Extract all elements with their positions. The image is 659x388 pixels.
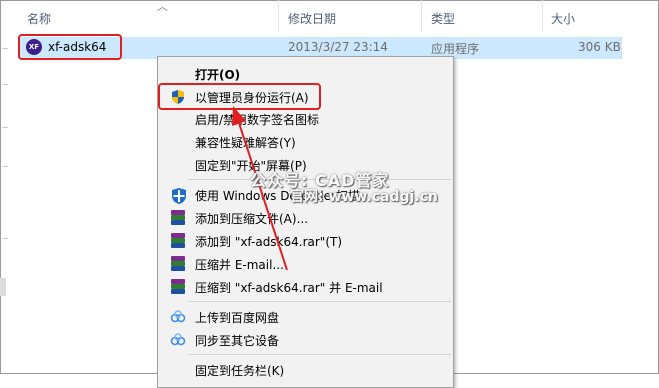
file-modified-date: 2013/3/27 23:14 [288,40,388,54]
menu-item-label: 兼容性疑难解答(Y) [195,136,296,150]
menu-item-pin-taskbar[interactable]: 固定到任务栏(K) [158,359,453,381]
file-type: 应用程序 [431,42,480,56]
menu-item-troubleshoot[interactable]: 兼容性疑难解答(Y) [158,131,453,153]
menu-item-label: 同步至其它设备 [195,334,280,348]
winrar-icon [170,210,186,226]
menu-item-label: 添加到 "xf-adsk64.rar"(T) [195,235,343,249]
menu-item-sync-devices[interactable]: 同步至其它设备 [158,329,453,351]
column-header-size[interactable]: 大小 [551,10,575,27]
column-divider[interactable] [278,0,279,32]
column-divider[interactable] [421,0,422,32]
sort-ascending-icon: ︿ [157,0,168,13]
file-size: 306 KB [578,40,621,54]
menu-item-label: 添加到压缩文件(A)... [195,212,309,226]
menu-item-label: 压缩并 E-mail... [195,258,284,272]
menu-item-label: 启用/禁用数字签名图标 [195,113,320,127]
run-as-admin-highlight-box [158,83,321,110]
winrar-icon [170,256,186,272]
column-divider[interactable] [542,0,543,32]
menu-item-toggle-signature[interactable]: 启用/禁用数字签名图标 [158,108,453,130]
menu-item-add-rar[interactable]: 添加到 "xf-adsk64.rar"(T) [158,230,453,252]
menu-separator [188,301,451,302]
menu-item-compress-email[interactable]: 压缩并 E-mail... [158,253,453,275]
menu-item-label: 上传到百度网盘 [195,311,280,325]
baidu-netdisk-icon [170,332,186,348]
winrar-icon [170,233,186,249]
watermark-line-2: 官网: www.cadgj.cn [290,189,438,205]
winrar-icon [170,279,186,295]
scroll-strip[interactable] [0,278,6,296]
file-highlight-box [18,34,122,60]
menu-item-label: 压缩到 "xf-adsk64.rar" 并 E-mail [195,281,383,295]
navigation-pane-edge [0,0,10,374]
column-header-name[interactable]: 名称 [27,10,51,27]
windows-defender-icon [170,187,186,204]
menu-item-open[interactable]: 打开(O) [158,63,453,85]
menu-item-label: 打开(O) [195,68,241,82]
column-header-type[interactable]: 类型 [431,10,455,27]
baidu-netdisk-icon [170,309,186,325]
menu-separator [188,354,451,355]
menu-item-upload-baidu[interactable]: 上传到百度网盘 [158,306,453,328]
column-header-modified[interactable]: 修改日期 [288,10,336,27]
menu-item-add-archive[interactable]: 添加到压缩文件(A)... [158,207,453,229]
column-header-row: ︿ 名称 修改日期 类型 大小 [10,0,650,32]
menu-item-compress-rar-email[interactable]: 压缩到 "xf-adsk64.rar" 并 E-mail [158,276,453,298]
menu-item-label: 固定到任务栏(K) [195,364,285,378]
